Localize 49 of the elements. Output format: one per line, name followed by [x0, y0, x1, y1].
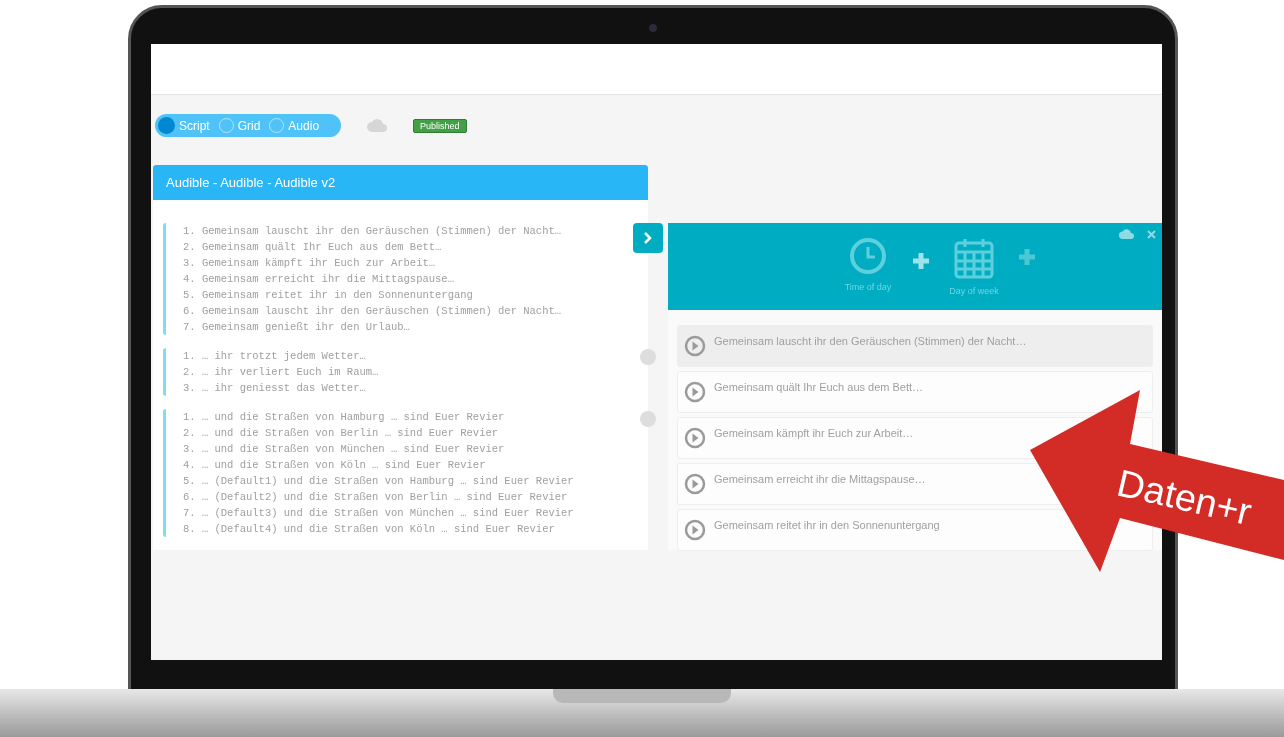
play-icon[interactable] — [684, 381, 706, 403]
list-item[interactable]: Gemeinsam quält Ihr Euch aus dem Bett… — [677, 371, 1153, 413]
chevron-right-icon — [643, 232, 653, 244]
drag-handle[interactable] — [640, 349, 656, 365]
clock-icon — [849, 237, 887, 275]
status-badge: Published — [413, 118, 467, 133]
script-line: 1. … ihr trotzt jedem Wetter… — [183, 349, 367, 364]
script-line: 3. … ihr geniesst das Wetter… — [183, 381, 367, 396]
calendar-icon — [954, 237, 994, 279]
item-text: Gemeinsam kämpft ihr Euch zur Arbeit… — [714, 426, 914, 441]
cloud-icon[interactable] — [1119, 229, 1134, 239]
script-line: 2. Gemeinsam quält Ihr Euch aus dem Bett… — [183, 240, 443, 255]
plus-icon — [911, 251, 931, 271]
camera-icon — [649, 24, 657, 32]
item-text: Gemeinsam lauscht ihr den Geräuschen (Stimmen) der Nacht… — [714, 334, 1027, 349]
script-line: 3. Gemeinsam kämpft ihr Euch zur Arbeit… — [183, 256, 437, 271]
script-line: 7. Gemeinsam genießt ihr den Urlaub… — [183, 320, 411, 335]
condition-label: Day of week — [949, 285, 999, 298]
script-line: 2. … und die Straßen von Berlin … sind Euer Revier — [183, 426, 500, 441]
script-line: 5. Gemeinsam reitet ihr in den Sonnenuntergang — [183, 288, 474, 303]
mode-option[interactable]: Script — [158, 116, 216, 135]
drag-handle[interactable] — [640, 411, 656, 427]
mode-option[interactable]: Audio — [269, 116, 326, 135]
play-icon[interactable] — [684, 473, 706, 495]
panel-title: Audible - Audible - Audible v2 — [153, 165, 648, 200]
play-icon[interactable] — [684, 335, 706, 357]
add-icon[interactable] — [1017, 247, 1037, 267]
script-line: 1. … und die Straßen von Hamburg … sind Euer Revier — [183, 410, 506, 425]
script-line: 4. … und die Straßen von Köln … sind Euer Revier — [183, 458, 487, 473]
script-line: 5. … (Default1) und die Straßen von Hamburg … sind Euer Revier — [183, 474, 575, 489]
item-text: Gemeinsam quält Ihr Euch aus dem Bett… — [714, 380, 924, 395]
mode-option[interactable]: Grid — [218, 116, 267, 135]
script-line: 4. Gemeinsam erreicht ihr die Mittagspause… — [183, 272, 455, 287]
condition-label: Time of day — [844, 281, 892, 294]
script-line: 2. … ihr verliert Euch im Raum… — [183, 365, 380, 380]
script-line: 8. … (Default4) und die Straßen von Köln … sind Euer Revier — [183, 522, 556, 537]
item-text: Gemeinsam reitet ihr in den Sonnenuntergang — [714, 518, 940, 533]
script-line: 3. … und die Straßen von München … sind Euer Revier — [183, 442, 506, 457]
expand-button[interactable] — [633, 223, 663, 253]
script-line: 7. … (Default3) und die Straßen von München … sind Euer Revier — [183, 506, 575, 521]
script-line: 1. Gemeinsam lauscht ihr den Geräuschen (Stimmen) der Nacht… — [183, 224, 563, 239]
play-icon[interactable] — [684, 427, 706, 449]
cloud-icon — [367, 119, 387, 132]
script-line: 6. … (Default2) und die Straßen von Berlin … sind Euer Revier — [183, 490, 569, 505]
item-text: Gemeinsam erreicht ihr die Mittagspause… — [714, 472, 926, 487]
script-line: 6. Gemeinsam lauscht ihr den Geräuschen (Stimmen) der Nacht… — [183, 304, 563, 319]
close-icon[interactable] — [1147, 230, 1156, 239]
list-item[interactable]: Gemeinsam lauscht ihr den Geräuschen (Stimmen) der Nacht… — [677, 325, 1153, 367]
play-icon[interactable] — [684, 519, 706, 541]
